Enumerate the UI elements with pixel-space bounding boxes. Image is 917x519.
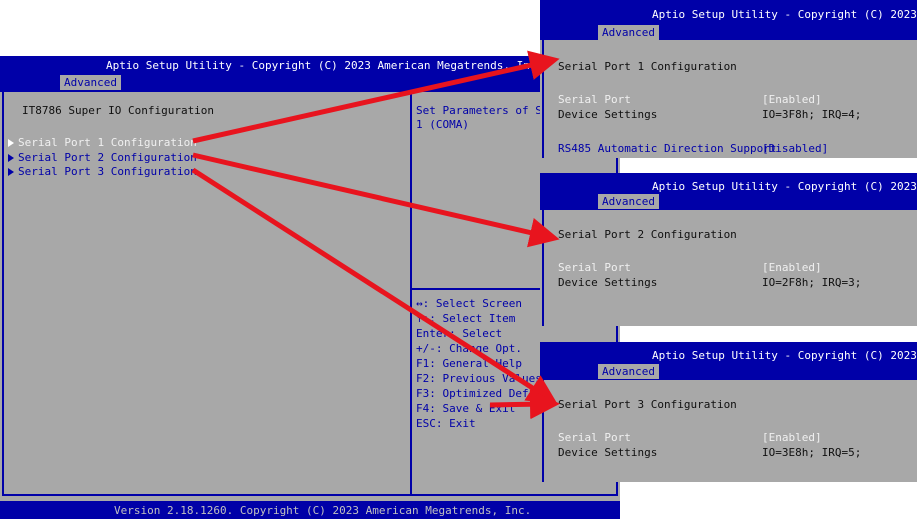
main-bios-window: Aptio Setup Utility - Copyright (C) 2023… bbox=[0, 56, 620, 519]
serial-port-value[interactable]: [Enabled] bbox=[762, 431, 822, 444]
serial-port-3-panel: Aptio Setup Utility - Copyright (C) 2023… bbox=[540, 342, 917, 482]
tab-advanced[interactable]: Advanced bbox=[598, 194, 659, 209]
main-title: Aptio Setup Utility - Copyright (C) 2023… bbox=[106, 59, 544, 72]
serial-port-value[interactable]: [Enabled] bbox=[762, 93, 822, 106]
serial-port-2-panel: Aptio Setup Utility - Copyright (C) 2023… bbox=[540, 173, 917, 326]
tab-advanced[interactable]: Advanced bbox=[60, 75, 121, 90]
panel-body: Serial Port 1 Configuration Serial Port … bbox=[540, 40, 917, 158]
submenu-arrow-icon bbox=[8, 168, 14, 176]
panel-left-border bbox=[542, 210, 544, 326]
key-help-item: Enter: Select bbox=[416, 327, 503, 340]
page-heading: IT8786 Super IO Configuration bbox=[22, 104, 215, 117]
panel-title-bar: Aptio Setup Utility - Copyright (C) 2023… bbox=[540, 173, 917, 210]
panel-title: Aptio Setup Utility - Copyright (C) 2023… bbox=[652, 8, 917, 21]
serial-port-label: Serial Port bbox=[558, 261, 631, 274]
panel-bottom-border bbox=[2, 494, 618, 496]
tab-advanced[interactable]: Advanced bbox=[598, 364, 659, 379]
help-divider bbox=[410, 92, 412, 496]
panel-title: Aptio Setup Utility - Copyright (C) 2023… bbox=[652, 180, 917, 193]
panel-heading: Serial Port 3 Configuration bbox=[558, 398, 737, 411]
footer-text: Version 2.18.1260. Copyright (C) 2023 Am… bbox=[114, 504, 532, 517]
device-settings-value: IO=3E8h; IRQ=5; bbox=[762, 446, 862, 459]
help-text-line-2: 1 (COMA) bbox=[416, 118, 469, 131]
main-footer-bar: Version 2.18.1260. Copyright (C) 2023 Am… bbox=[0, 501, 620, 519]
panel-heading: Serial Port 2 Configuration bbox=[558, 228, 737, 241]
serial-port-1-panel: Aptio Setup Utility - Copyright (C) 2023… bbox=[540, 0, 917, 158]
device-settings-value: IO=3F8h; IRQ=4; bbox=[762, 108, 862, 121]
menu-item-serial-port-1[interactable]: Serial Port 1 Configuration bbox=[8, 136, 197, 149]
device-settings-label: Device Settings bbox=[558, 446, 658, 459]
panel-heading: Serial Port 1 Configuration bbox=[558, 60, 737, 73]
device-settings-value: IO=2F8h; IRQ=3; bbox=[762, 276, 862, 289]
panel-title-bar: Aptio Setup Utility - Copyright (C) 2023… bbox=[540, 0, 917, 40]
menu-item-label: Serial Port 2 Configuration bbox=[18, 151, 197, 164]
panel-left-border bbox=[2, 92, 4, 496]
menu-item-serial-port-2[interactable]: Serial Port 2 Configuration bbox=[8, 151, 197, 164]
device-settings-label: Device Settings bbox=[558, 108, 658, 121]
serial-port-label: Serial Port bbox=[558, 431, 631, 444]
menu-item-serial-port-3[interactable]: Serial Port 3 Configuration bbox=[8, 165, 197, 178]
submenu-arrow-icon bbox=[8, 154, 14, 162]
help-text-line-1: Set Parameters of Se bbox=[416, 104, 549, 117]
panel-left-border bbox=[542, 380, 544, 482]
menu-item-label: Serial Port 1 Configuration bbox=[18, 136, 197, 149]
device-settings-label: Device Settings bbox=[558, 276, 658, 289]
serial-port-label: Serial Port bbox=[558, 93, 631, 106]
main-content-panel: IT8786 Super IO Configuration Serial Por… bbox=[0, 92, 620, 501]
main-title-bar: Aptio Setup Utility - Copyright (C) 2023… bbox=[0, 56, 620, 92]
menu-item-label: Serial Port 3 Configuration bbox=[18, 165, 197, 178]
rs485-value[interactable]: [Disabled] bbox=[762, 142, 828, 155]
panel-title: Aptio Setup Utility - Copyright (C) 2023… bbox=[652, 349, 917, 362]
serial-port-value[interactable]: [Enabled] bbox=[762, 261, 822, 274]
tab-advanced[interactable]: Advanced bbox=[598, 25, 659, 40]
panel-body: Serial Port 2 Configuration Serial Port … bbox=[540, 210, 917, 326]
panel-body: Serial Port 3 Configuration Serial Port … bbox=[540, 380, 917, 482]
submenu-arrow-icon bbox=[8, 139, 14, 147]
rs485-label[interactable]: RS485 Automatic Direction Support bbox=[558, 142, 777, 155]
panel-title-bar: Aptio Setup Utility - Copyright (C) 2023… bbox=[540, 342, 917, 380]
panel-left-border bbox=[542, 40, 544, 158]
